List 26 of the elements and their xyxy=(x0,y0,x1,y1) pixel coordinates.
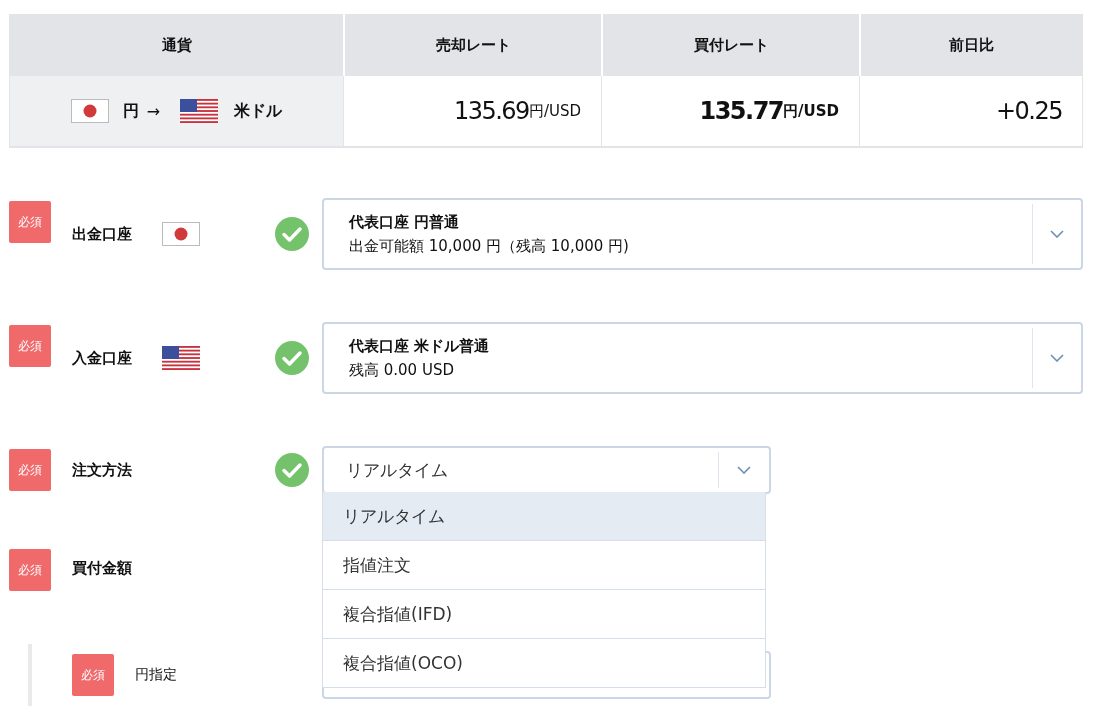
rate-change: +0.25 xyxy=(995,97,1062,125)
required-badge: 必須 xyxy=(72,654,114,696)
required-badge: 必須 xyxy=(9,549,51,591)
required-badge: 必須 xyxy=(9,325,51,367)
from-currency: 円 xyxy=(122,100,139,122)
field-label: 注文方法 xyxy=(72,460,133,480)
sell-rate: 135.69 xyxy=(453,97,529,125)
column-header: 通貨 xyxy=(10,14,343,76)
column-header: 売却レート xyxy=(343,14,601,76)
column-header: 前日比 xyxy=(859,14,1082,76)
rate-unit: 円/USD xyxy=(783,101,839,121)
account-balance: 残高 0.00 USD xyxy=(349,360,455,381)
required-badge: 必須 xyxy=(9,449,51,491)
rate-unit: 円/USD xyxy=(528,101,581,121)
to-currency: 米ドル xyxy=(234,100,283,122)
account-name: 代表口座 米ドル普通 xyxy=(349,336,491,357)
account-name: 代表口座 円普通 xyxy=(349,212,461,233)
field-label: 買付金額 xyxy=(72,559,133,578)
arrow-text: → xyxy=(146,101,161,121)
buy-rate: 135.77 xyxy=(699,97,784,125)
field-label: 入金口座 xyxy=(72,348,133,368)
required-badge: 必須 xyxy=(9,201,51,243)
field-label: 円指定 xyxy=(135,666,177,684)
account-balance: 出金可能額 10,000 円（残高 10,000 円) xyxy=(349,236,630,257)
field-label: 出金口座 xyxy=(72,224,133,244)
column-header: 買付レート xyxy=(601,14,859,76)
